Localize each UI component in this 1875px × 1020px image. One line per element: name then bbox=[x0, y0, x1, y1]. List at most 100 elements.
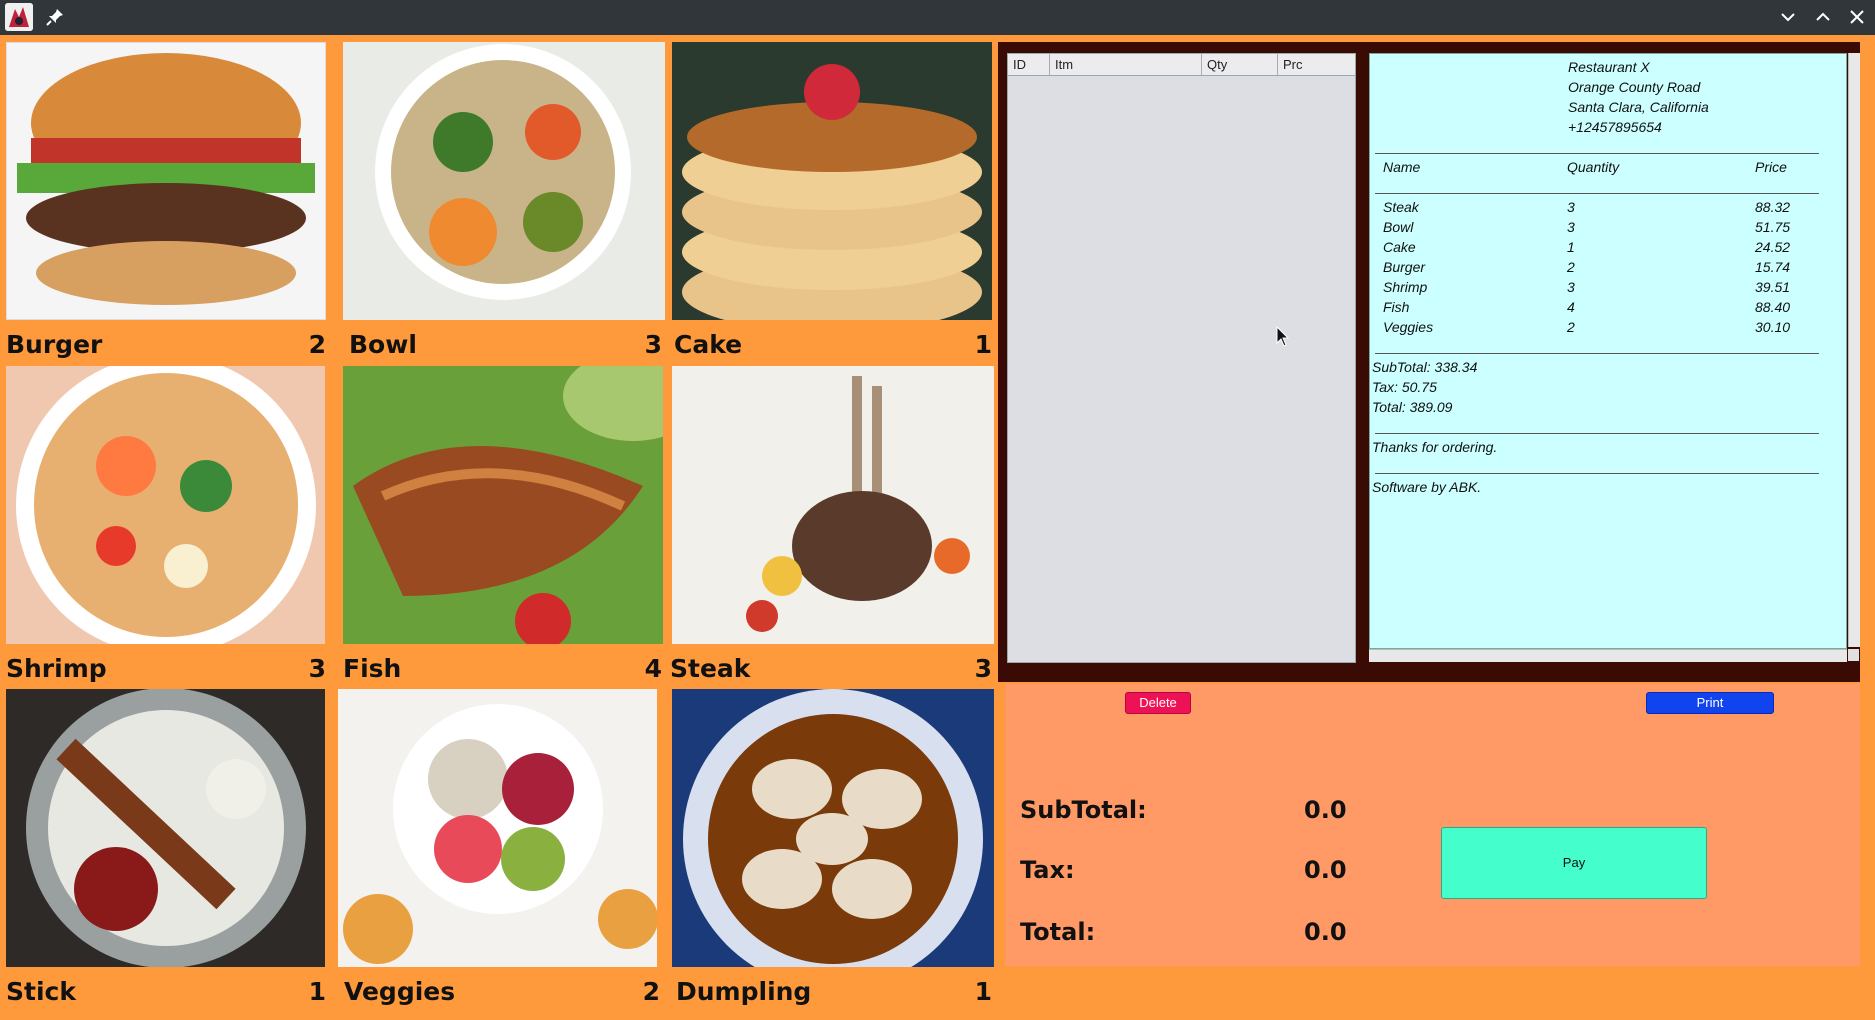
tax-label: Tax: bbox=[1020, 856, 1075, 884]
cake-image[interactable] bbox=[672, 42, 992, 320]
receipt-divider bbox=[1375, 153, 1819, 154]
receipt-thanks: Thanks for ordering. bbox=[1372, 439, 1498, 455]
menu-item-stick[interactable]: Stick 1 bbox=[6, 689, 326, 1007]
checkout-panel: Delete Print SubTotal: 0.0 Tax: 0.0 Tota… bbox=[1005, 684, 1860, 966]
item-name: Fish bbox=[343, 654, 402, 683]
subtotal-value: 0.0 bbox=[1304, 796, 1347, 824]
column-header-price[interactable]: Prc bbox=[1278, 54, 1355, 75]
receipt-divider bbox=[1375, 353, 1819, 354]
receipt-item-price: 88.40 bbox=[1755, 299, 1791, 315]
item-count: 4 bbox=[644, 654, 662, 683]
item-count: 3 bbox=[308, 654, 326, 683]
menu-item-veggies[interactable]: Veggies 2 bbox=[338, 689, 660, 1007]
order-table[interactable]: ID Itm Qty Prc bbox=[1007, 53, 1356, 663]
receipt-vertical-scrollbar[interactable] bbox=[1848, 53, 1860, 647]
delete-button[interactable]: Delete bbox=[1125, 692, 1191, 714]
receipt-total: Total: 389.09 bbox=[1372, 399, 1453, 415]
receipt-item-price: 39.51 bbox=[1755, 279, 1791, 295]
receipt-horizontal-scrollbar[interactable] bbox=[1369, 649, 1847, 662]
maximize-icon[interactable] bbox=[1812, 6, 1834, 28]
tax-value: 0.0 bbox=[1304, 856, 1347, 884]
receipt-col-quantity: Quantity bbox=[1567, 159, 1620, 175]
receipt-item-name: Veggies bbox=[1383, 319, 1434, 335]
fish-image[interactable] bbox=[343, 366, 663, 644]
receipt-divider bbox=[1375, 193, 1819, 194]
column-header-qty[interactable]: Qty bbox=[1202, 54, 1278, 75]
receipt-item-qty: 3 bbox=[1567, 199, 1575, 215]
table-header: ID Itm Qty Prc bbox=[1008, 54, 1355, 76]
stick-image[interactable] bbox=[6, 689, 325, 967]
item-name: Veggies bbox=[344, 977, 456, 1006]
receipt-item-price: 30.10 bbox=[1755, 319, 1791, 335]
print-button[interactable]: Print bbox=[1646, 692, 1774, 714]
item-name: Stick bbox=[6, 977, 76, 1006]
receipt-subtotal: SubTotal: 338.34 bbox=[1372, 359, 1478, 375]
menu-item-burger[interactable]: Burger 2 bbox=[6, 42, 326, 360]
receipt-divider bbox=[1375, 473, 1819, 474]
receipt-col-price: Price bbox=[1755, 159, 1787, 175]
item-name: Shrimp bbox=[6, 654, 107, 683]
receipt-item-qty: 2 bbox=[1567, 259, 1575, 275]
item-name: Steak bbox=[670, 654, 751, 683]
item-name: Burger bbox=[6, 330, 103, 359]
burger-image[interactable] bbox=[6, 42, 326, 320]
receipt-item-name: Cake bbox=[1383, 239, 1416, 255]
column-header-id[interactable]: ID bbox=[1008, 54, 1050, 75]
item-count: 3 bbox=[644, 330, 662, 359]
receipt-item-price: 88.32 bbox=[1755, 199, 1791, 215]
receipt-header-line: Santa Clara, California bbox=[1568, 99, 1709, 115]
receipt-header-line: Restaurant X bbox=[1568, 59, 1650, 75]
menu-item-steak[interactable]: Steak 3 bbox=[670, 366, 994, 684]
window-titlebar bbox=[0, 0, 1875, 35]
menu-item-cake[interactable]: Cake 1 bbox=[672, 42, 992, 360]
receipt-col-name: Name bbox=[1383, 159, 1421, 175]
total-label: Total: bbox=[1020, 918, 1096, 946]
menu-item-bowl[interactable]: Bowl 3 bbox=[343, 42, 666, 360]
item-count: 1 bbox=[974, 330, 992, 359]
receipt-tax: Tax: 50.75 bbox=[1372, 379, 1437, 395]
receipt-item-qty: 2 bbox=[1567, 319, 1575, 335]
steak-image[interactable] bbox=[672, 366, 994, 644]
receipt-divider bbox=[1375, 433, 1819, 434]
item-count: 1 bbox=[308, 977, 326, 1006]
dumpling-image[interactable] bbox=[672, 689, 994, 967]
menu-item-shrimp[interactable]: Shrimp 3 bbox=[6, 366, 326, 684]
menu-item-fish[interactable]: Fish 4 bbox=[343, 366, 666, 684]
receipt-item-name: Bowl bbox=[1383, 219, 1414, 235]
shrimp-image[interactable] bbox=[6, 366, 325, 644]
column-header-item[interactable]: Itm bbox=[1050, 54, 1202, 75]
mouse-cursor-icon bbox=[1276, 325, 1290, 348]
receipt-item-name: Burger bbox=[1383, 259, 1426, 275]
minimize-icon[interactable] bbox=[1777, 6, 1799, 28]
item-count: 3 bbox=[974, 654, 992, 683]
receipt-item-name: Steak bbox=[1383, 199, 1419, 215]
receipt-credit: Software by ABK. bbox=[1372, 479, 1482, 495]
receipt-item-price: 24.52 bbox=[1755, 239, 1791, 255]
subtotal-label: SubTotal: bbox=[1020, 796, 1147, 824]
receipt-item-qty: 3 bbox=[1567, 219, 1575, 235]
receipt-item-qty: 1 bbox=[1567, 239, 1575, 255]
item-name: Dumpling bbox=[676, 977, 812, 1006]
item-count: 1 bbox=[974, 977, 992, 1006]
menu-item-dumpling[interactable]: Dumpling 1 bbox=[672, 689, 994, 1007]
app-icon bbox=[5, 3, 33, 31]
receipt-item-qty: 3 bbox=[1567, 279, 1575, 295]
item-name: Bowl bbox=[349, 330, 417, 359]
bowl-image[interactable] bbox=[343, 42, 665, 320]
receipt-item-qty: 4 bbox=[1567, 299, 1575, 315]
pay-button[interactable]: Pay bbox=[1441, 827, 1707, 899]
close-icon[interactable] bbox=[1846, 6, 1868, 28]
item-name: Cake bbox=[674, 330, 743, 359]
receipt-item-name: Fish bbox=[1383, 299, 1410, 315]
pin-icon[interactable] bbox=[44, 6, 66, 28]
scrollbar-corner bbox=[1848, 649, 1859, 661]
receipt-header-line: Orange County Road bbox=[1568, 79, 1701, 95]
item-count: 2 bbox=[642, 977, 660, 1006]
receipt-item-price: 51.75 bbox=[1755, 219, 1791, 235]
receipt-header-line: +12457895654 bbox=[1568, 119, 1662, 135]
receipt-item-name: Shrimp bbox=[1383, 279, 1428, 295]
receipt-textarea[interactable]: Restaurant X Orange County Road Santa Cl… bbox=[1369, 53, 1847, 649]
veggies-image[interactable] bbox=[338, 689, 657, 967]
item-count: 2 bbox=[308, 330, 326, 359]
receipt-item-price: 15.74 bbox=[1755, 259, 1791, 275]
